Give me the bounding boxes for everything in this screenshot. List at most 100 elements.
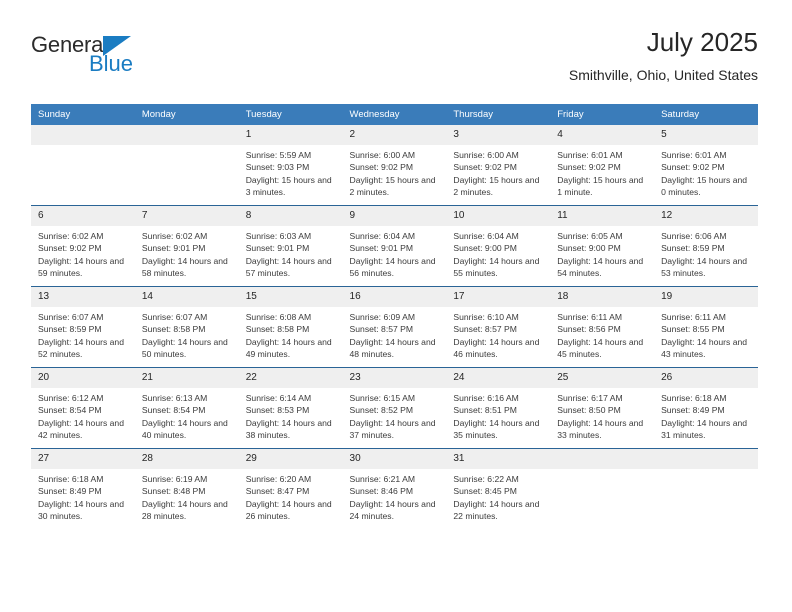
calendar-day-cell[interactable]: 31 Sunrise: 6:22 AM Sunset: 8:45 PM Dayligh… [446, 448, 551, 529]
day-number [550, 449, 655, 469]
calendar-day-cell[interactable]: 30 Sunrise: 6:21 AM Sunset: 8:46 PM Dayligh… [342, 448, 447, 529]
sunset-text: Sunset: 8:57 PM [453, 324, 517, 335]
day-details: Sunrise: 6:01 AM Sunset: 9:02 PM Daylight:… [654, 145, 758, 199]
calendar-day-cell[interactable]: 12 Sunrise: 6:06 AM Sunset: 8:59 PM Dayligh… [654, 205, 758, 287]
day-details: Sunrise: 6:06 AM Sunset: 8:59 PM Daylight:… [654, 226, 758, 280]
day-details: Sunrise: 6:07 AM Sunset: 8:58 PM Daylight:… [135, 307, 239, 361]
calendar-day-cell[interactable]: 8 Sunrise: 6:03 AM Sunset: 9:01 PM Daylight… [238, 205, 343, 287]
calendar-week-row: 13 Sunrise: 6:07 AM Sunset: 8:59 PM Dayligh… [31, 286, 758, 368]
sunrise-text: Sunrise: 6:06 AM [661, 231, 727, 241]
calendar-day-cell[interactable]: 19 Sunrise: 6:11 AM Sunset: 8:55 PM Dayligh… [654, 286, 758, 368]
day-details: Sunrise: 6:18 AM Sunset: 8:49 PM Daylight:… [31, 469, 135, 523]
sunrise-text: Sunrise: 6:01 AM [557, 150, 623, 160]
calendar-day-cell[interactable]: 27 Sunrise: 6:18 AM Sunset: 8:49 PM Dayligh… [31, 448, 135, 529]
day-number: 15 [238, 287, 343, 307]
sunrise-text: Sunrise: 6:16 AM [453, 393, 519, 403]
day-details: Sunrise: 6:11 AM Sunset: 8:56 PM Daylight:… [550, 307, 654, 361]
daylight-text: Daylight: 14 hours and 35 minutes. [453, 417, 540, 441]
daylight-text: Daylight: 14 hours and 55 minutes. [453, 255, 540, 279]
day-number: 27 [31, 449, 135, 469]
day-number: 14 [134, 287, 239, 307]
calendar-week-row: 1 Sunrise: 5:59 AM Sunset: 9:03 PM Daylight… [31, 125, 758, 206]
calendar-day-cell[interactable]: 9 Sunrise: 6:04 AM Sunset: 9:01 PM Daylight… [342, 205, 447, 287]
daylight-text: Daylight: 14 hours and 37 minutes. [349, 417, 436, 441]
sunrise-text: Sunrise: 6:00 AM [453, 150, 519, 160]
calendar-day-cell[interactable]: 14 Sunrise: 6:07 AM Sunset: 8:58 PM Dayligh… [134, 286, 239, 368]
day-number [134, 125, 239, 145]
calendar-day-cell[interactable]: 3 Sunrise: 6:00 AM Sunset: 9:02 PM Daylight… [446, 125, 551, 206]
calendar-day-cell[interactable]: 26 Sunrise: 6:18 AM Sunset: 8:49 PM Dayligh… [654, 367, 758, 449]
day-number: 16 [342, 287, 447, 307]
calendar-day-cell[interactable]: 10 Sunrise: 6:04 AM Sunset: 9:00 PM Dayligh… [446, 205, 551, 287]
sunrise-text: Sunrise: 6:02 AM [38, 231, 104, 241]
day-details: Sunrise: 6:04 AM Sunset: 9:01 PM Daylight:… [343, 226, 447, 280]
sunset-text: Sunset: 9:02 PM [557, 162, 621, 173]
weekday-header-monday: Monday [134, 104, 239, 125]
calendar-day-cell[interactable]: 18 Sunrise: 6:11 AM Sunset: 8:56 PM Dayligh… [550, 286, 655, 368]
daylight-text: Daylight: 14 hours and 50 minutes. [141, 336, 228, 360]
calendar-day-cell[interactable]: 6 Sunrise: 6:02 AM Sunset: 9:02 PM Daylight… [31, 205, 135, 287]
sunrise-text: Sunrise: 6:10 AM [453, 312, 519, 322]
sunset-text: Sunset: 8:52 PM [349, 405, 414, 416]
sunset-text: Sunset: 8:46 PM [349, 486, 414, 497]
day-number: 8 [238, 206, 343, 226]
calendar-day-cell[interactable]: 1 Sunrise: 5:59 AM Sunset: 9:03 PM Daylight… [238, 125, 343, 206]
sunset-text: Sunset: 9:00 PM [557, 243, 621, 254]
calendar-day-cell[interactable]: 2 Sunrise: 6:00 AM Sunset: 9:02 PM Daylight… [342, 125, 447, 206]
sunset-text: Sunset: 9:03 PM [245, 162, 310, 173]
sunset-text: Sunset: 9:00 PM [453, 243, 517, 254]
day-number: 25 [550, 368, 655, 388]
calendar-day-cell[interactable]: 20 Sunrise: 6:12 AM Sunset: 8:54 PM Dayligh… [31, 367, 135, 449]
calendar-day-cell[interactable]: 15 Sunrise: 6:08 AM Sunset: 8:58 PM Dayligh… [238, 286, 343, 368]
calendar-day-cell[interactable]: 4 Sunrise: 6:01 AM Sunset: 9:02 PM Daylight… [550, 125, 655, 206]
calendar-day-cell[interactable]: 13 Sunrise: 6:07 AM Sunset: 8:59 PM Dayligh… [31, 286, 135, 368]
day-number: 31 [446, 449, 551, 469]
daylight-text: Daylight: 14 hours and 30 minutes. [38, 498, 124, 522]
sunrise-text: Sunrise: 6:02 AM [141, 231, 208, 241]
daylight-text: Daylight: 14 hours and 58 minutes. [141, 255, 228, 279]
sunset-text: Sunset: 8:49 PM [661, 405, 725, 416]
sunset-text: Sunset: 9:02 PM [453, 162, 517, 173]
day-number: 1 [238, 125, 343, 145]
sunrise-text: Sunrise: 6:00 AM [349, 150, 415, 160]
page-subtitle: Smithville, Ohio, United States [568, 66, 758, 83]
calendar-day-cell[interactable]: 11 Sunrise: 6:05 AM Sunset: 9:00 PM Dayligh… [550, 205, 655, 287]
weekday-header-row: Sunday Monday Tuesday Wednesday Thursday Frid… [31, 104, 758, 125]
daylight-text: Daylight: 14 hours and 56 minutes. [349, 255, 436, 279]
daylight-text: Daylight: 14 hours and 43 minutes. [661, 336, 748, 360]
sunrise-text: Sunrise: 6:20 AM [245, 474, 312, 484]
calendar-day-cell[interactable]: 22 Sunrise: 6:14 AM Sunset: 8:53 PM Dayligh… [238, 367, 343, 449]
calendar-day-cell[interactable]: 23 Sunrise: 6:15 AM Sunset: 8:52 PM Dayligh… [342, 367, 447, 449]
weekday-header-wednesday: Wednesday [342, 104, 447, 125]
calendar-day-cell[interactable]: 16 Sunrise: 6:09 AM Sunset: 8:57 PM Dayligh… [342, 286, 447, 368]
calendar-day-cell[interactable]: 21 Sunrise: 6:13 AM Sunset: 8:54 PM Dayligh… [134, 367, 239, 449]
calendar-day-cell[interactable]: 7 Sunrise: 6:02 AM Sunset: 9:01 PM Daylight… [134, 205, 239, 287]
daylight-text: Daylight: 14 hours and 59 minutes. [38, 255, 124, 279]
sunset-text: Sunset: 9:01 PM [141, 243, 206, 254]
daylight-text: Daylight: 14 hours and 24 minutes. [349, 498, 436, 522]
sunrise-text: Sunrise: 5:59 AM [245, 150, 312, 160]
calendar-week-row: 20 Sunrise: 6:12 AM Sunset: 8:54 PM Dayligh… [31, 367, 758, 449]
day-details: Sunrise: 6:03 AM Sunset: 9:01 PM Daylight:… [239, 226, 343, 280]
day-number: 6 [31, 206, 135, 226]
calendar-day-cell[interactable]: 5 Sunrise: 6:01 AM Sunset: 9:02 PM Daylight… [654, 125, 758, 206]
day-number: 4 [550, 125, 655, 145]
daylight-text: Daylight: 15 hours and 3 minutes. [245, 174, 332, 198]
calendar-day-cell[interactable]: 28 Sunrise: 6:19 AM Sunset: 8:48 PM Dayligh… [134, 448, 239, 529]
day-number: 17 [446, 287, 551, 307]
calendar-day-cell[interactable]: 17 Sunrise: 6:10 AM Sunset: 8:57 PM Dayligh… [446, 286, 551, 368]
sunset-text: Sunset: 8:58 PM [245, 324, 310, 335]
daylight-text: Daylight: 15 hours and 1 minute. [557, 174, 644, 198]
calendar-day-cell[interactable]: 24 Sunrise: 6:16 AM Sunset: 8:51 PM Dayligh… [446, 367, 551, 449]
calendar-day-cell[interactable]: 25 Sunrise: 6:17 AM Sunset: 8:50 PM Dayligh… [550, 367, 655, 449]
day-details: Sunrise: 6:21 AM Sunset: 8:46 PM Daylight:… [343, 469, 447, 523]
sunrise-text: Sunrise: 6:11 AM [557, 312, 623, 322]
sunrise-text: Sunrise: 6:15 AM [349, 393, 415, 403]
sunset-text: Sunset: 8:45 PM [453, 486, 517, 497]
sunrise-text: Sunrise: 6:09 AM [349, 312, 415, 322]
calendar-day-cell[interactable]: 29 Sunrise: 6:20 AM Sunset: 8:47 PM Dayligh… [238, 448, 343, 529]
page-title: July 2025 [646, 27, 758, 57]
day-details: Sunrise: 6:19 AM Sunset: 8:48 PM Daylight:… [135, 469, 239, 523]
day-number [654, 449, 758, 469]
calendar-day-cell-empty [134, 125, 239, 206]
